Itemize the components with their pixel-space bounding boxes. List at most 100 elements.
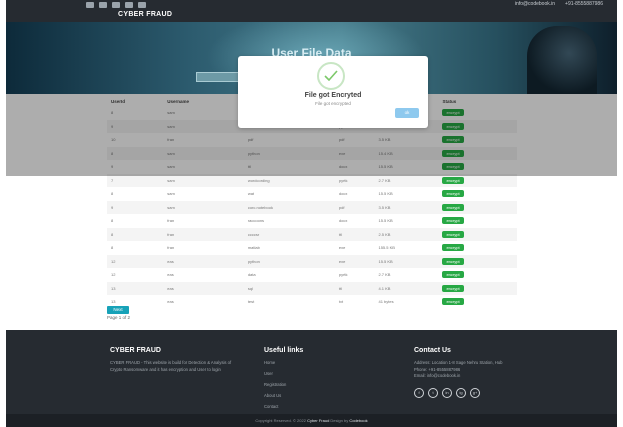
table-cell: 15.5 KB [378,191,393,197]
table-cell: 15.5 KB [378,218,393,224]
hacker-figure-image [527,26,597,94]
status-cell: encrypt [438,281,517,295]
next-button[interactable]: Next [107,306,129,314]
table-row: 12 eas data pyrtk 2.7 KB encrypt [107,268,517,282]
copyright-author[interactable]: Codebook [349,418,367,423]
encrypt-button[interactable]: encrypt [442,217,464,225]
table-row: 8 sam wat docx 15.5 KB encrypt [107,187,517,201]
encrypt-button[interactable]: encrypt [442,203,464,211]
encrypt-button[interactable]: encrypt [442,271,464,279]
table-cell: 3.5 KB [374,200,439,214]
footer-link-user[interactable]: User [264,371,364,376]
table-row: 8 fran ccccsr ttl 2.5 KB encrypt [107,227,517,241]
table-cell: 2.7 KB [378,272,391,278]
table-cell: 9 [107,200,164,214]
encrypt-button[interactable]: encrypt [442,244,464,252]
table-cell: ttl [334,227,375,241]
table-cell: matlab [247,245,260,251]
footer-link-registration[interactable]: Registration [264,382,364,387]
table-cell: 155.5 KB [378,245,395,251]
table-cell: eas [167,272,174,278]
footer-email[interactable]: Email: info@codebook.in [414,373,594,380]
table-cell: ccccsr [243,227,335,241]
table-cell: docx [338,191,348,197]
table-cell: 2.5 KB [374,227,439,241]
table-cell: fran [167,218,175,224]
table-cell: ttl [334,281,375,295]
table-cell: fran [163,227,244,241]
modal-message: File got encrypted [315,101,351,106]
table-row: 9 sam corc.notebook pdf 3.5 KB encrypt [107,200,517,214]
table-cell: 4.1 KB [374,281,439,295]
footer-contact: Contact Us Address: Location 1-8 Sage Ne… [414,347,594,398]
table-cell: 12 [111,272,116,278]
top-email[interactable]: info@codebook.in [515,1,555,7]
table-row: 8 fran matlab exe 155.5 KB encrypt [107,241,517,255]
encrypt-button[interactable]: encrypt [442,284,464,292]
footer-about: CYBER FRAUD CYBER FRAUD - This website i… [110,347,240,373]
encrypt-button[interactable]: encrypt [442,257,464,265]
facebook-icon[interactable]: f [414,387,424,398]
table-cell: fran [167,245,175,251]
table-cell: 8 [111,191,114,197]
status-cell: encrypt [438,200,517,214]
status-cell: encrypt [438,268,517,282]
table-row: 12 eas python exe 15.5 KB encrypt [107,254,517,268]
encrypt-button[interactable]: encrypt [442,230,464,238]
footer-links-title: Useful links [264,347,304,354]
table-row: 13 eas sql ttl 4.1 KB encrypt [107,281,517,295]
twitter-icon[interactable]: t [428,387,438,398]
footer-contact-title: Contact Us [414,347,451,354]
copyright-text: Copyright Reserved. © 2022 [255,418,306,423]
table-cell: 15.5 KB [374,254,439,268]
status-cell: encrypt [438,187,517,201]
copyright-brand[interactable]: Cyber Fraud [307,418,329,423]
instagram-icon[interactable] [99,2,107,8]
table-cell: pdf [334,200,375,214]
footer-links: Useful links Home User Registration Abou… [264,347,364,409]
footer-link-about[interactable]: About Us [264,393,364,398]
table-cell: data [247,272,256,278]
status-cell: encrypt [438,241,517,255]
table-cell: wat [247,191,255,197]
top-phone[interactable]: +91-8555887986 [565,1,603,7]
table-cell: 12 [107,254,164,268]
table-cell: 8 [111,245,114,251]
encrypt-button[interactable]: encrypt [442,176,464,184]
table-cell: test [247,299,255,305]
youtube-icon[interactable] [138,2,146,8]
table-cell: eas [163,281,244,295]
linkedin-icon[interactable] [112,2,120,8]
status-cell: encrypt [438,295,517,309]
table-cell: txt [338,299,344,305]
twitter-icon[interactable] [125,2,133,8]
footer-link-home[interactable]: Home [264,360,364,365]
facebook-icon[interactable] [86,2,94,8]
status-cell: encrypt [438,254,517,268]
table-cell: docx [338,218,348,224]
ok-button[interactable]: ok [395,108,419,118]
copyright-design: Design by [330,418,349,423]
table-cell: eas [163,254,244,268]
table-cell: raccoons [247,218,265,224]
google-plus-icon[interactable]: g+ [470,387,480,398]
linkedin-icon[interactable]: in [442,387,452,398]
instagram-icon[interactable]: ig [456,387,466,398]
success-check-icon [317,62,345,90]
footer-link-contact[interactable]: Contact [264,404,364,409]
copyright-bar: Copyright Reserved. © 2022 Cyber Fraud D… [6,414,617,427]
encrypt-button[interactable]: encrypt [442,298,464,306]
success-modal: File got Encryted File got encrypted ok [238,56,428,128]
brand-logo[interactable]: CYBER FRAUD [118,11,172,18]
status-cell: encrypt [438,214,517,228]
table-cell: exe [334,254,375,268]
table-cell: 8 [111,218,114,224]
table-row: 13 eas test txt 41 bytes encrypt [107,295,517,309]
encrypt-button[interactable]: encrypt [442,190,464,198]
table-cell: 13 [107,281,164,295]
footer-brand: CYBER FRAUD [110,347,161,354]
status-cell: encrypt [438,227,517,241]
footer: CYBER FRAUD CYBER FRAUD - This website i… [6,330,617,414]
table-cell: corc.notebook [243,200,335,214]
table-cell: python [243,254,335,268]
